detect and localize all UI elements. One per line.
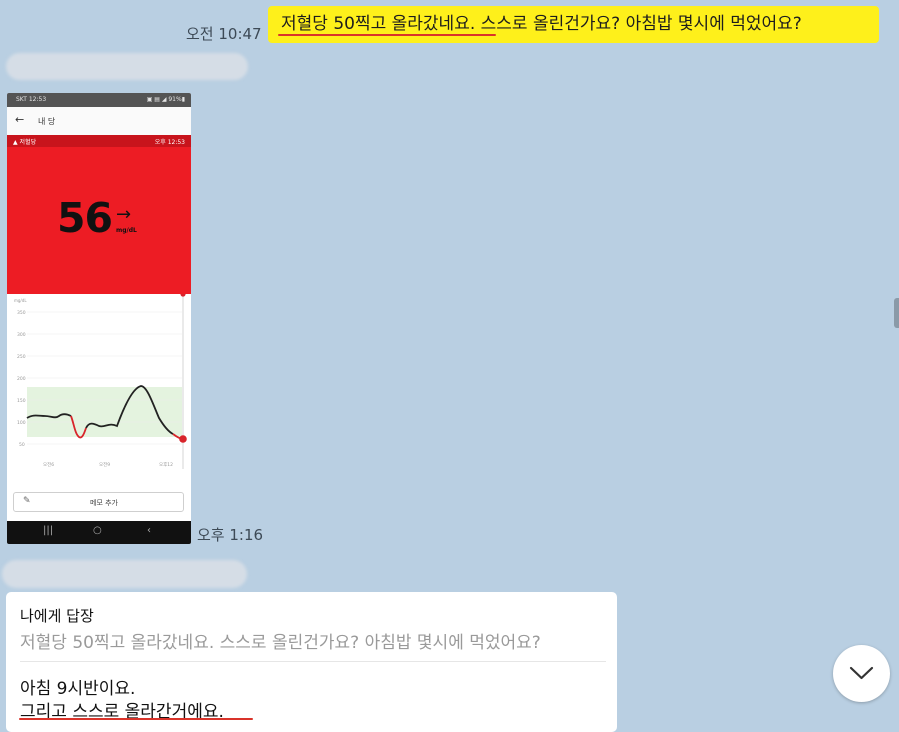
side-panel-handle[interactable] <box>894 298 899 328</box>
warning-icon: ▲ 저혈당 <box>13 139 37 146</box>
pencil-icon: ✎ <box>23 496 31 506</box>
phone-status-carrier: SKT 12:53 <box>16 96 47 103</box>
target-range-band <box>27 387 182 437</box>
glucose-trend-chart: mg/dL 350 300 250 200 150 100 50 오전6 오전9… <box>14 294 187 469</box>
back-nav-icon: ‹ <box>147 525 151 536</box>
alert-label: 저혈당 <box>19 139 37 146</box>
phone-app-bar: ← 내 당 <box>7 107 191 136</box>
quoted-message[interactable]: 저혈당 50찍고 올라갔네요. 스스로 올린건가요? 아침밥 몇시에 먹었어요? <box>20 628 541 653</box>
x-tick: 오후12 <box>159 462 173 468</box>
sender-name-blurred <box>2 560 247 588</box>
reply-text-line: 아침 9시반이요. <box>20 679 136 699</box>
phone-status-icons: ▣ ▤ ◢ 91%▮ <box>146 96 185 103</box>
y-tick: 50 <box>19 442 25 448</box>
chart-unit-label: mg/dL <box>14 298 27 303</box>
image-attachment[interactable]: SKT 12:53 ▣ ▤ ◢ 91%▮ ← 내 당 ▲ 저혈당 오후 12:5… <box>7 93 191 544</box>
trend-arrow-icon: → <box>116 204 132 225</box>
home-icon: ○ <box>93 525 102 536</box>
phone-nav-bar: ||| ○ ‹ <box>7 521 191 544</box>
message-time-out: 오전 10:47 <box>186 25 262 43</box>
current-reading-dot <box>179 435 187 443</box>
red-underline-mark <box>19 718 253 720</box>
sender-name-blurred <box>6 53 248 80</box>
outgoing-message-text: 저혈당 50찍고 올라갔네요. 스스로 올린건가요? 아침밥 몇시에 먹었어요? <box>281 14 802 34</box>
message-time-in: 오후 1:16 <box>197 526 264 544</box>
phone-status-bar: SKT 12:53 ▣ ▤ ◢ 91%▮ <box>7 93 191 107</box>
reply-message-bubble[interactable]: 나에게 답장 저혈당 50찍고 올라갔네요. 스스로 올린건가요? 아침밥 몇시… <box>6 592 617 732</box>
y-tick: 300 <box>17 332 26 338</box>
arrow-left-icon: ← <box>15 113 25 126</box>
reply-header: 나에게 답장 <box>20 607 94 625</box>
y-tick: 250 <box>17 354 26 360</box>
chevron-down-icon <box>849 666 874 680</box>
memo-add-label: 메모 추가 <box>90 499 118 507</box>
x-tick: 오전6 <box>43 461 54 468</box>
alert-time: 오후 12:53 <box>154 139 185 146</box>
low-glucose-alert-bar: ▲ 저혈당 오후 12:53 <box>7 135 191 147</box>
glucose-unit: mg/dL <box>116 227 137 234</box>
x-tick: 오전9 <box>99 461 110 468</box>
outgoing-message-bubble[interactable]: 저혈당 50찍고 올라갔네요. 스스로 올린건가요? 아침밥 몇시에 먹었어요? <box>268 6 879 43</box>
memo-add-button: ✎ 메모 추가 <box>13 492 184 512</box>
glucose-reading-panel: 56 → mg/dL <box>7 147 191 294</box>
reply-divider <box>20 661 606 662</box>
y-tick: 350 <box>17 310 26 316</box>
phone-app-title: 내 당 <box>38 117 56 126</box>
red-underline-mark <box>278 34 496 36</box>
y-tick: 150 <box>17 398 26 404</box>
y-tick: 100 <box>17 420 26 426</box>
chart-marker-dot <box>180 294 186 297</box>
scroll-to-bottom-button[interactable] <box>833 645 890 702</box>
y-tick: 200 <box>17 376 26 382</box>
recent-apps-icon: ||| <box>43 525 54 536</box>
glucose-value: 56 <box>57 194 113 242</box>
